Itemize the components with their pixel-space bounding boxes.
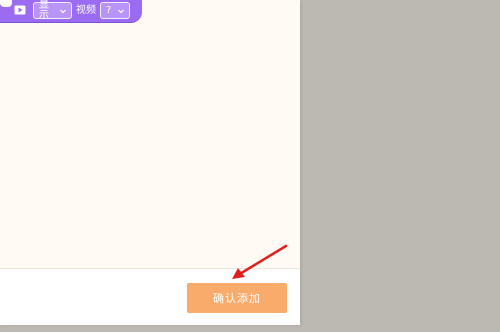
video-icon: [14, 5, 26, 15]
question-dropdown[interactable]: ?: [100, 2, 130, 19]
chevron-down-icon: [59, 7, 67, 15]
confirm-add-button[interactable]: 确认添加: [187, 283, 287, 313]
chevron-down-icon: [117, 7, 125, 15]
video-sensing-block[interactable]: 显示 视频 ?: [0, 0, 142, 23]
question-dropdown-value: ?: [106, 4, 112, 16]
block-label: 视频: [76, 5, 96, 16]
display-dropdown[interactable]: 显示: [33, 0, 72, 21]
display-dropdown-value: 显示: [39, 0, 49, 21]
red-arrow-annotation: [232, 244, 288, 279]
block-notch: [0, 0, 12, 7]
preview-canvas: 显示 视频 ?: [0, 0, 300, 268]
